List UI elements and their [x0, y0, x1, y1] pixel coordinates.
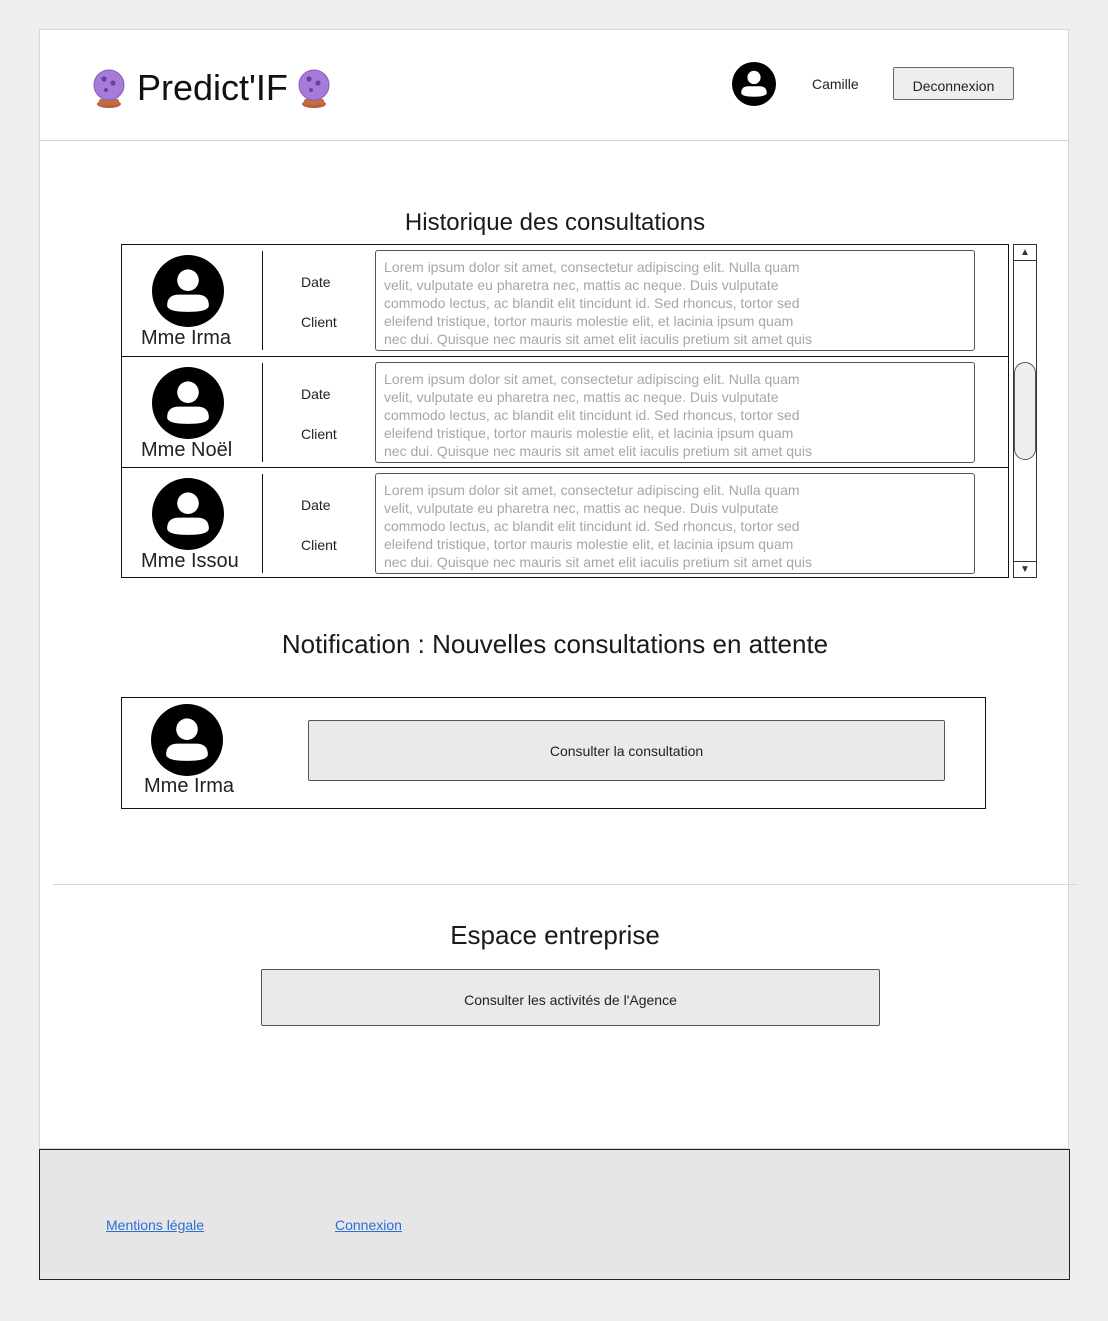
logout-button[interactable]: Deconnexion — [893, 67, 1014, 100]
view-consultation-button[interactable]: Consulter la consultation — [308, 720, 945, 781]
consultation-summary[interactable]: Lorem ipsum dolor sit amet, consectetur … — [375, 250, 975, 351]
notification-card: Mme Irma Consulter la consultation — [121, 697, 986, 809]
agency-activities-button[interactable]: Consulter les activités de l'Agence — [261, 969, 880, 1026]
arrow-down-icon[interactable]: ▼ — [1014, 561, 1036, 577]
medium-avatar-icon — [152, 255, 224, 327]
history-row[interactable]: Mme Issou Date Client Lorem ipsum dolor … — [122, 467, 1008, 579]
history-row[interactable]: Mme Noël Date Client Lorem ipsum dolor s… — [122, 356, 1008, 468]
consultation-summary[interactable]: Lorem ipsum dolor sit amet, consectetur … — [375, 362, 975, 463]
footer: Mentions légale Connexion — [39, 1149, 1070, 1280]
date-label: Date — [301, 274, 331, 290]
client-label: Client — [301, 537, 337, 553]
date-label: Date — [301, 497, 331, 513]
login-link[interactable]: Connexion — [335, 1217, 402, 1233]
enterprise-title: Espace entreprise — [450, 920, 660, 950]
notification-title: Notification : Nouvelles consultations e… — [281, 629, 829, 659]
history-list: Mme Irma Date Client Lorem ipsum dolor s… — [121, 244, 1009, 578]
arrow-up-icon[interactable]: ▲ — [1014, 245, 1036, 261]
medium-name: Mme Noël — [141, 439, 233, 461]
scroll-thumb[interactable] — [1014, 362, 1036, 460]
history-row[interactable]: Mme Irma Date Client Lorem ipsum dolor s… — [122, 245, 1008, 356]
user-avatar-icon[interactable] — [732, 62, 776, 106]
client-label: Client — [301, 426, 337, 442]
row-divider — [262, 251, 263, 350]
client-label: Client — [301, 314, 337, 330]
medium-name: Mme Irma — [141, 327, 231, 349]
crystal-ball-icon — [92, 68, 126, 108]
row-divider — [262, 474, 263, 573]
history-scrollbar[interactable]: ▲ ▼ — [1013, 244, 1037, 578]
brand: Predict'IF — [92, 68, 331, 108]
consultation-summary[interactable]: Lorem ipsum dolor sit amet, consectetur … — [375, 473, 975, 574]
history-title: Historique des consultations — [404, 209, 706, 236]
notification-medium-name: Mme Irma — [144, 775, 234, 797]
date-label: Date — [301, 386, 331, 402]
row-divider — [262, 363, 263, 462]
medium-avatar-icon — [151, 704, 223, 776]
medium-avatar-icon — [152, 367, 224, 439]
legal-notice-link[interactable]: Mentions légale — [106, 1217, 204, 1233]
user-name: Camille — [812, 76, 859, 92]
medium-name: Mme Issou — [141, 550, 239, 572]
crystal-ball-icon — [297, 68, 331, 108]
section-divider — [53, 884, 1076, 885]
medium-avatar-icon — [152, 478, 224, 550]
header: Predict'IF Camille Deconnexion — [40, 30, 1068, 141]
brand-title: Predict'IF — [137, 67, 288, 108]
page-container: Predict'IF Camille Deconnexion Historiqu… — [39, 29, 1076, 1149]
